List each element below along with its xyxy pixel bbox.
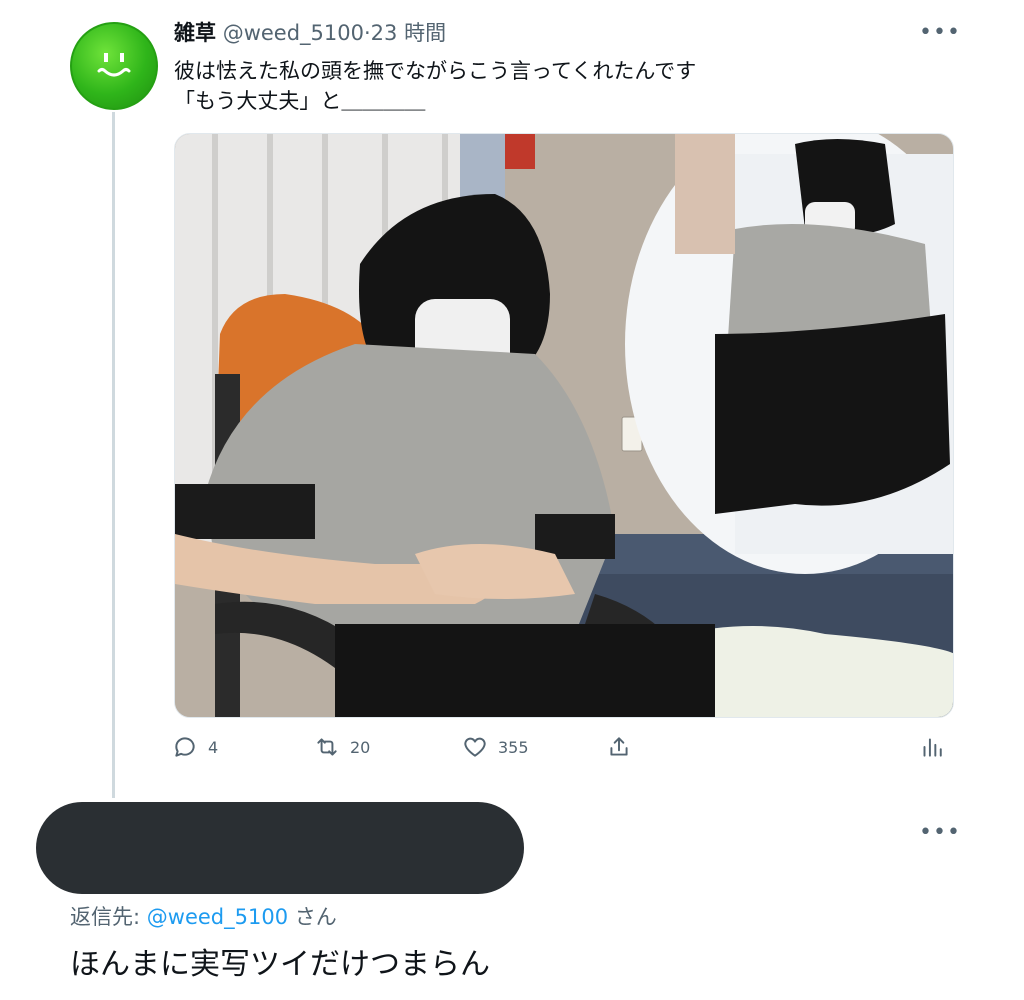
redacted-reply-header	[36, 802, 524, 894]
tweet-text-line-1: 彼は怯えた私の頭を撫でながらこう言ってくれたんです	[174, 59, 697, 83]
analytics-icon	[923, 738, 942, 757]
avatar[interactable]	[70, 22, 158, 110]
reply-text: ほんまに実写ツイだけつまらん	[70, 947, 490, 982]
more-icon: •••	[919, 819, 961, 845]
tweet-photo[interactable]	[174, 133, 954, 718]
replying-to-label: 返信先:	[70, 905, 147, 929]
author-handle[interactable]: @weed_5100	[223, 21, 364, 45]
tweet-text-line-2: 「もう大丈夫」と＿＿＿＿	[174, 89, 426, 113]
share-icon	[610, 737, 628, 756]
tweet-timestamp[interactable]: 23 時間	[371, 21, 446, 45]
author-name[interactable]: 雑草	[174, 21, 216, 45]
analytics-button[interactable]	[918, 730, 954, 764]
retweet-count: 20	[350, 737, 371, 757]
more-icon: •••	[919, 19, 961, 45]
reply-icon	[175, 737, 195, 757]
tweet-thread: 雑草 @weed_5100·23 時間 ••• 彼は怯えた私の頭を撫でながらこう…	[0, 0, 1024, 1000]
like-count: 355	[498, 737, 529, 757]
reply-count: 4	[208, 737, 219, 757]
smiley-face-icon	[97, 53, 131, 77]
tweet-text: 彼は怯えた私の頭を撫でながらこう言ってくれたんです 「もう大丈夫」と＿＿＿＿	[174, 56, 696, 116]
replying-to-handle[interactable]: @weed_5100	[147, 905, 288, 929]
retweet-icon	[317, 738, 337, 756]
tweet-actions: 4 20 355	[170, 730, 950, 764]
share-button[interactable]	[606, 730, 642, 764]
heart-icon	[464, 737, 486, 757]
reply-button[interactable]: 4	[172, 730, 218, 764]
more-options-button[interactable]: •••	[919, 19, 961, 45]
reply-more-options-button[interactable]: •••	[919, 819, 961, 845]
separator-dot: ·	[363, 21, 371, 45]
photo-image	[175, 134, 953, 717]
like-button[interactable]: 355	[462, 730, 529, 764]
tweet-header: 雑草 @weed_5100·23 時間	[174, 18, 446, 48]
replying-to: 返信先: @weed_5100 さん	[70, 902, 337, 932]
thread-connector-line	[112, 112, 115, 798]
replying-to-suffix: さん	[288, 905, 337, 929]
retweet-button[interactable]: 20	[314, 730, 370, 764]
